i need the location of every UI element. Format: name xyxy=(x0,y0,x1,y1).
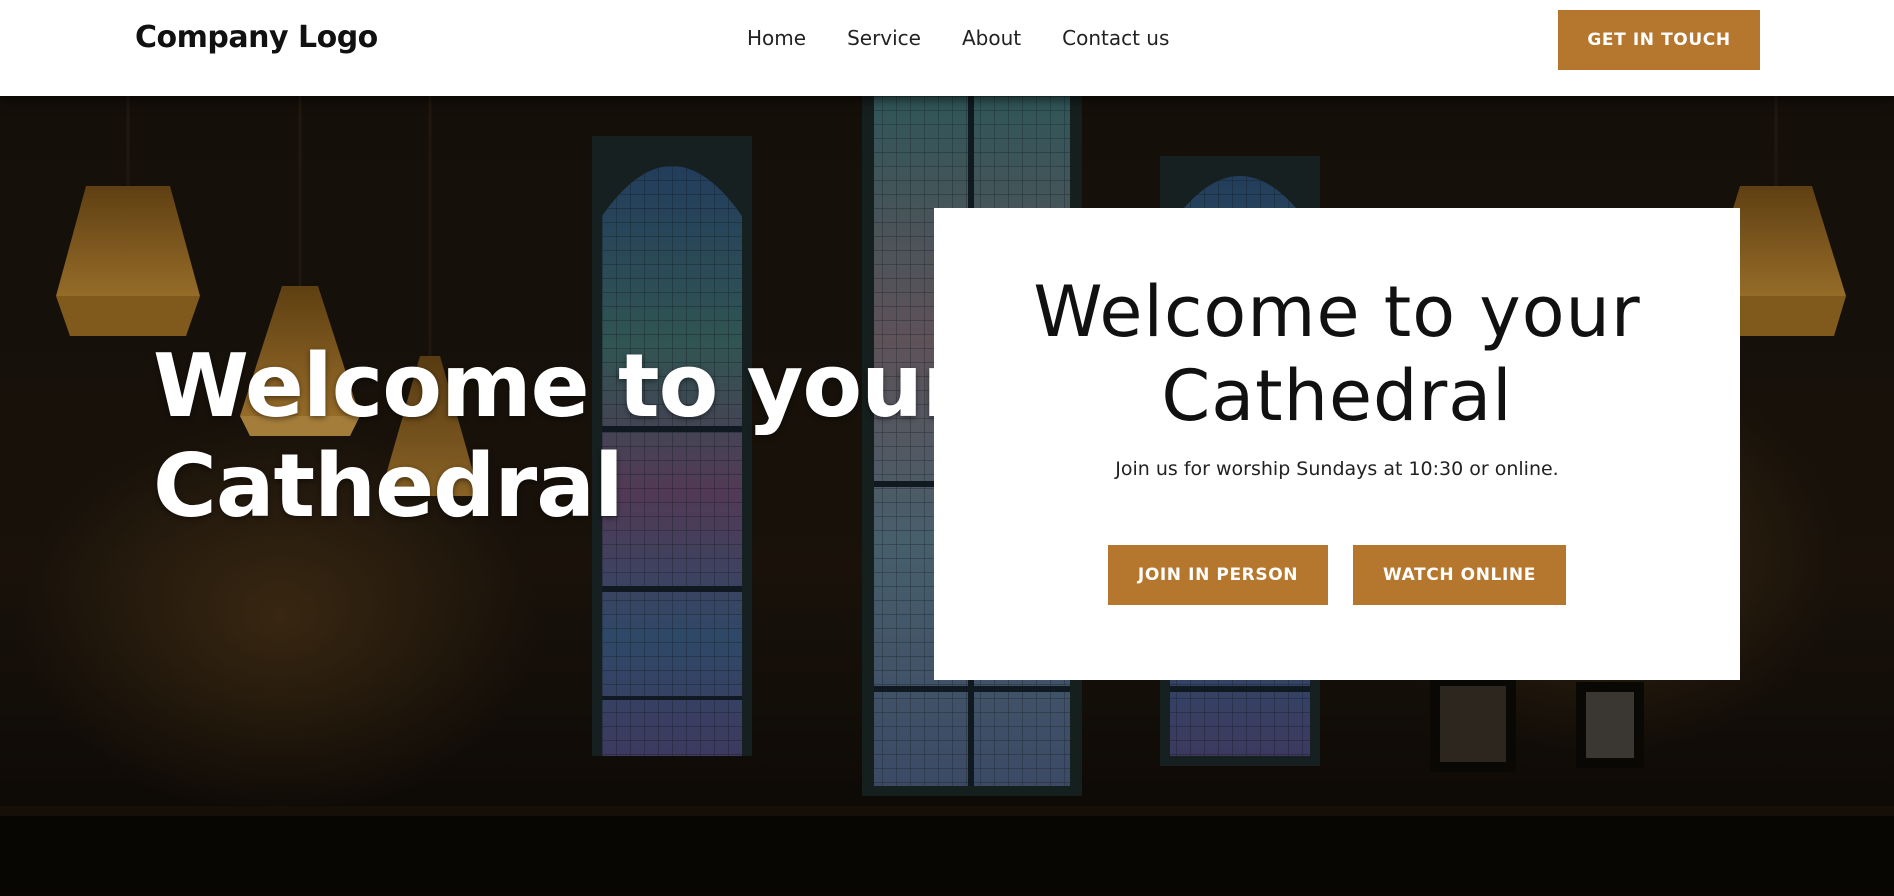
nav-link-contact[interactable]: Contact us xyxy=(1062,26,1169,50)
card-heading-line-2: Cathedral xyxy=(1161,355,1513,437)
get-in-touch-button[interactable]: GET IN TOUCH xyxy=(1558,10,1760,70)
welcome-card: Welcome to your Cathedral Join us for wo… xyxy=(934,208,1740,680)
card-subtitle: Join us for worship Sundays at 10:30 or … xyxy=(1115,458,1559,480)
site-header: Company Logo Home Service About Contact … xyxy=(0,0,1894,96)
nav-link-about[interactable]: About xyxy=(962,26,1021,50)
card-heading: Welcome to your Cathedral xyxy=(934,270,1740,438)
hero-heading: Welcome to your Cathedral xyxy=(153,335,965,537)
join-in-person-button[interactable]: JOIN IN PERSON xyxy=(1108,545,1328,605)
company-logo[interactable]: Company Logo xyxy=(135,20,378,55)
card-heading-line-1: Welcome to your xyxy=(1033,271,1641,353)
main-nav: Home Service About Contact us xyxy=(747,26,1210,50)
nav-link-home[interactable]: Home xyxy=(747,26,806,50)
nav-link-service[interactable]: Service xyxy=(847,26,921,50)
hero-heading-line-1: Welcome to your xyxy=(153,335,965,437)
watch-online-button[interactable]: WATCH ONLINE xyxy=(1353,545,1566,605)
hero-heading-line-2: Cathedral xyxy=(153,435,624,537)
